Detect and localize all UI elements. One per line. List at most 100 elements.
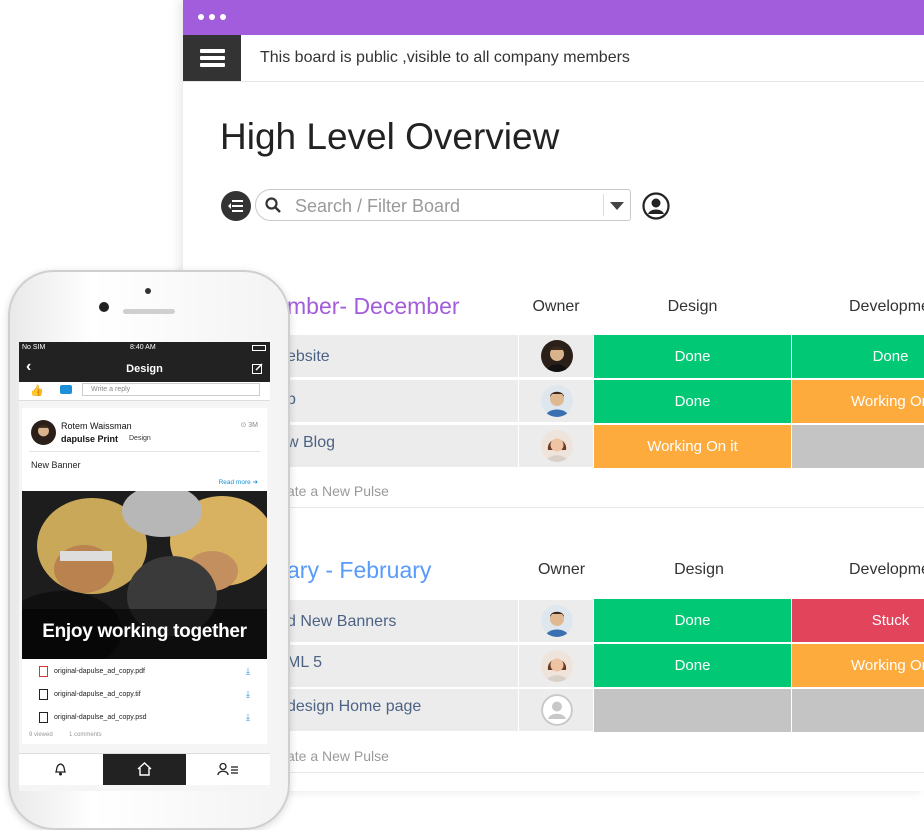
status-cell-design[interactable]: Working On it xyxy=(594,425,791,468)
column-header-development[interactable]: Developme xyxy=(849,298,924,316)
column-header-owner[interactable]: Owner xyxy=(519,561,604,579)
pulse-name[interactable]: d New Banners xyxy=(287,613,396,631)
owner-cell[interactable] xyxy=(519,645,593,687)
board-public-notice: This board is public ,visible to all com… xyxy=(260,49,630,66)
download-icon[interactable]: ⤓ xyxy=(246,712,250,723)
pulse-name[interactable]: ML 5 xyxy=(287,654,322,672)
status-cell-design[interactable]: Done xyxy=(594,599,791,642)
window-dot-icon xyxy=(209,14,215,20)
tab-people[interactable] xyxy=(187,754,270,785)
hamburger-icon xyxy=(200,49,225,53)
phone-nav-bar: ‹ Design xyxy=(19,355,270,382)
create-pulse-input[interactable]: ate a New Pulse xyxy=(287,483,389,499)
avatar xyxy=(541,650,573,682)
window-dot-icon xyxy=(198,14,204,20)
list-menu-icon xyxy=(228,200,243,212)
post-age: ⊙ 3M xyxy=(240,422,258,429)
person-filter-icon[interactable] xyxy=(642,192,670,220)
search-icon xyxy=(265,197,281,213)
window-dot-icon xyxy=(220,14,226,20)
status-cell-design[interactable]: Done xyxy=(594,380,791,423)
avatar xyxy=(541,605,573,637)
compose-icon[interactable] xyxy=(252,363,263,374)
owner-cell[interactable] xyxy=(519,335,593,377)
status-cell-development[interactable]: Working On xyxy=(792,644,924,687)
phone-speaker xyxy=(123,309,175,314)
status-cell-development[interactable] xyxy=(792,425,924,468)
post-title: New Banner xyxy=(31,460,81,470)
divider xyxy=(29,451,260,452)
status-cell-development[interactable]: Done xyxy=(792,335,924,378)
pulse-name[interactable]: design Home page xyxy=(287,698,421,716)
search-filter-box[interactable]: Search / Filter Board xyxy=(255,189,631,221)
column-header-development[interactable]: Developme xyxy=(849,561,924,579)
hamburger-menu-button[interactable] xyxy=(183,35,241,81)
clock-label: 8:40 AM xyxy=(130,344,156,351)
post-author[interactable]: Rotem Waissman xyxy=(61,421,132,431)
column-header-owner[interactable]: Owner xyxy=(519,298,593,316)
create-pulse-input[interactable]: ate a New Pulse xyxy=(287,748,389,764)
nav-title: Design xyxy=(126,363,163,375)
file-name[interactable]: original-dapulse_ad_copy.psd xyxy=(54,714,147,721)
tab-notifications[interactable] xyxy=(19,754,102,785)
group-title[interactable]: mber- December xyxy=(287,293,460,320)
status-cell-design[interactable]: Done xyxy=(594,644,791,687)
phone-tab-bar xyxy=(19,753,270,785)
read-more-label: Read more xyxy=(218,479,251,486)
download-icon[interactable]: ⤓ xyxy=(246,666,250,677)
group-title[interactable]: ary - February xyxy=(287,557,431,584)
camera-icon[interactable] xyxy=(60,385,72,394)
owner-cell[interactable] xyxy=(519,425,593,467)
carrier-label: No SIM xyxy=(22,344,46,351)
board-title[interactable]: High Level Overview xyxy=(220,116,559,158)
status-cell-development[interactable] xyxy=(792,689,924,732)
avatar xyxy=(31,420,56,445)
avatar xyxy=(541,385,573,417)
reply-input[interactable]: Write a reply xyxy=(82,383,260,396)
table-row[interactable] xyxy=(273,380,518,422)
board-menu-button[interactable] xyxy=(221,191,251,221)
file-name[interactable]: original-dapulse_ad_copy.tif xyxy=(54,691,141,698)
people-icon xyxy=(217,762,238,776)
board-window: This board is public ,visible to all com… xyxy=(183,0,924,791)
status-cell-design[interactable]: Done xyxy=(594,335,791,378)
window-titlebar xyxy=(183,0,924,35)
pulse-name[interactable]: ebsite xyxy=(287,348,330,366)
chevron-down-icon[interactable] xyxy=(610,202,624,210)
post-board[interactable]: dapulse Print xyxy=(61,434,118,444)
status-bar: No SIM 8:40 AM xyxy=(19,342,270,355)
file-name[interactable]: original-dapulse_ad_copy.pdf xyxy=(54,668,145,675)
post-group: Design xyxy=(129,435,151,442)
post-card: Rotem Waissman dapulse Print Design ⊙ 3M… xyxy=(22,408,267,744)
status-cell-design[interactable] xyxy=(594,689,791,732)
views-count: 9 viewed xyxy=(29,732,53,738)
column-header-design[interactable]: Design xyxy=(594,298,791,316)
comments-count[interactable]: 1 comments xyxy=(69,732,102,738)
phone-screen: No SIM 8:40 AM ‹ Design 👍 Write a reply … xyxy=(19,342,270,791)
reply-bar: 👍 Write a reply xyxy=(19,382,270,401)
home-icon xyxy=(137,762,152,776)
divider xyxy=(273,772,924,773)
read-more-link[interactable]: Read more ➜ xyxy=(219,478,258,486)
hamburger-icon xyxy=(200,56,225,60)
search-separator xyxy=(603,194,604,216)
pdf-file-icon xyxy=(39,666,48,677)
owner-cell[interactable] xyxy=(519,689,593,731)
pulse-name[interactable]: w Blog xyxy=(287,434,335,452)
like-icon[interactable]: 👍 xyxy=(30,384,44,397)
status-cell-development[interactable]: Stuck xyxy=(792,599,924,642)
banner-caption: Enjoy working together xyxy=(42,621,247,642)
download-icon[interactable]: ⤓ xyxy=(246,689,250,700)
owner-cell[interactable] xyxy=(519,380,593,422)
tab-home[interactable] xyxy=(103,754,186,785)
bell-icon xyxy=(54,763,67,776)
empty-avatar-icon xyxy=(541,694,573,726)
column-header-design[interactable]: Design xyxy=(594,561,804,579)
status-cell-development[interactable]: Working On xyxy=(792,380,924,423)
search-input[interactable]: Search / Filter Board xyxy=(295,196,460,217)
avatar xyxy=(541,430,573,462)
post-age-value: 3M xyxy=(248,422,258,429)
owner-cell[interactable] xyxy=(519,600,593,642)
post-image[interactable]: Enjoy working together xyxy=(22,491,267,659)
board-topbar: This board is public ,visible to all com… xyxy=(183,35,924,82)
